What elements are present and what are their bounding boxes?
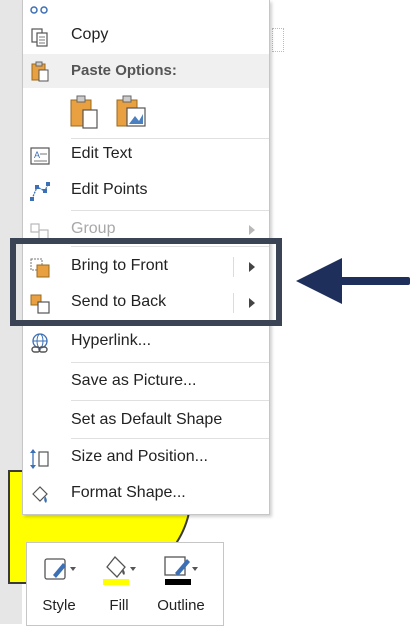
menu-item-label: Format Shape... <box>71 484 186 501</box>
menu-item-label: Copy <box>71 26 109 43</box>
menu-item-label: Set as Default Shape <box>71 411 223 428</box>
toolbar-label: Style <box>42 597 76 614</box>
menu-separator <box>71 362 269 363</box>
menu-item-label: Group <box>71 220 116 237</box>
toolbar-label: Fill <box>109 597 129 614</box>
size-position-icon <box>30 449 49 469</box>
menu-item-label: Edit Text <box>71 145 133 162</box>
outline-pen-icon <box>164 556 198 585</box>
menu-separator <box>71 210 269 211</box>
hyperlink-icon <box>31 333 48 353</box>
menu-item-edit-points[interactable]: Edit Points <box>23 173 269 209</box>
format-shape-icon <box>32 486 48 503</box>
menu-item-label: Hyperlink... <box>71 332 152 349</box>
menu-separator <box>71 438 269 439</box>
paste-icon <box>31 61 49 82</box>
menu-item-hyperlink[interactable]: Hyperlink... <box>23 324 269 360</box>
paste-options-header: Paste Options: <box>23 54 269 88</box>
paste-keep-formatting-icon[interactable] <box>67 94 103 130</box>
menu-separator <box>71 400 269 401</box>
mini-toolbar: Style Fill Outline <box>26 542 224 626</box>
menu-item-label: Size and Position... <box>71 448 208 465</box>
menu-item-label: Save as Picture... <box>71 372 197 389</box>
svg-text:A: A <box>34 150 40 160</box>
edit-text-icon: A <box>30 147 50 165</box>
menu-item-edit-text[interactable]: A Edit Text <box>23 137 269 173</box>
menu-item-copy[interactable]: Copy <box>23 18 269 54</box>
menu-item-save-as-picture[interactable]: Save as Picture... <box>23 364 269 400</box>
annotation-arrow-head <box>296 258 342 304</box>
cut-icon <box>30 6 48 14</box>
submenu-arrow-icon <box>249 225 255 235</box>
menu-item-label: Edit Points <box>71 181 148 198</box>
shape-style-icon <box>44 558 76 580</box>
paste-options-label: Paste Options: <box>71 62 177 79</box>
toolbar-label: Outline <box>157 597 205 614</box>
style-button[interactable]: Style <box>29 553 89 619</box>
edit-points-icon <box>30 182 50 201</box>
menu-item-format-shape[interactable]: Format Shape... <box>23 476 269 512</box>
paste-as-picture-icon[interactable] <box>113 94 149 130</box>
outline-button[interactable]: Outline <box>151 553 211 619</box>
annotation-arrow-shaft <box>336 277 410 285</box>
menu-item-set-default-shape[interactable]: Set as Default Shape <box>23 403 269 439</box>
annotation-highlight-box <box>10 238 282 326</box>
placeholder-outline <box>272 28 284 52</box>
fill-bucket-icon <box>103 556 136 585</box>
menu-item-size-position[interactable]: Size and Position... <box>23 440 269 476</box>
fill-button[interactable]: Fill <box>89 553 149 619</box>
copy-icon <box>31 28 48 47</box>
